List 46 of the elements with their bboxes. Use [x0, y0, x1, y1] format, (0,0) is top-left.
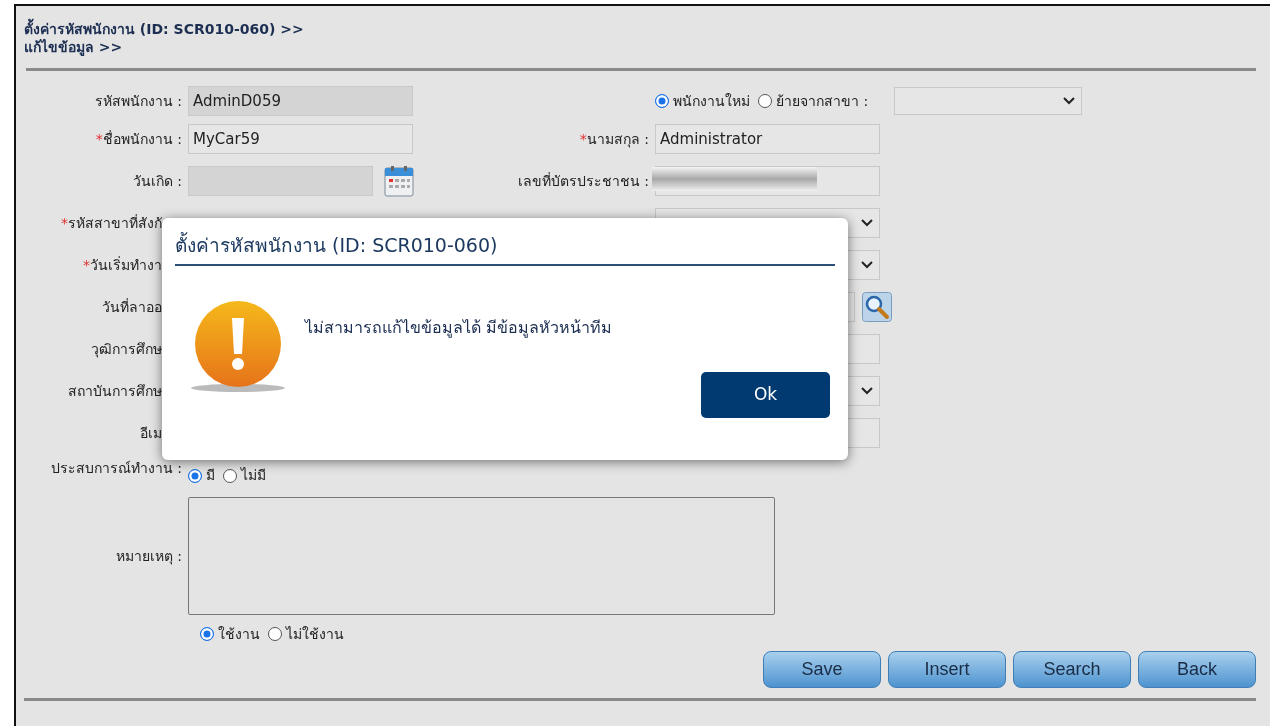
field-label: หมายเหตุ :	[115, 548, 182, 564]
breadcrumb: แก้ไขข้อมูล >>	[24, 38, 124, 56]
action-button[interactable]: Back	[1138, 651, 1256, 688]
radio-button[interactable]	[200, 627, 214, 641]
field-label: วันที่ลาออ	[102, 299, 162, 315]
id-card-field[interactable]	[655, 166, 880, 196]
calendar-icon[interactable]	[384, 165, 414, 197]
page-title: ตั้งค่ารหัสพนักงาน (ID: SCR010-060) >>	[24, 20, 1256, 38]
chevron-down-icon	[861, 219, 873, 227]
field-label: *วันเริ่มทำงา	[83, 257, 162, 273]
action-button[interactable]: Search	[1013, 651, 1131, 688]
field-label: วุฒิการศึกษ	[91, 341, 162, 357]
chevron-down-icon	[861, 261, 873, 269]
input-field[interactable]: MyCar59	[188, 124, 413, 154]
search-icon[interactable]	[862, 292, 892, 322]
field-label: อีเม	[140, 425, 162, 441]
input-field[interactable]: Administrator	[655, 124, 880, 154]
radio-label: มี	[206, 466, 215, 485]
radio-label: ย้ายจากสาขา :	[776, 91, 869, 111]
radio-label: ใช้งาน	[218, 624, 260, 644]
dialog-message: ไม่สามารถแก้ไขข้อมูลได้ มีข้อมูลหัวหน้าทีม	[305, 317, 613, 340]
radio-button[interactable]	[758, 94, 772, 108]
field-label: รหัสพนักงาน :	[94, 93, 182, 109]
action-button[interactable]: Save	[763, 651, 881, 688]
radio-button[interactable]	[655, 94, 669, 108]
radio-button[interactable]	[188, 468, 202, 483]
field-label: *รหัสสาขาที่สังกั	[61, 215, 162, 231]
remark-textarea[interactable]	[188, 497, 775, 615]
radio-button[interactable]	[268, 627, 282, 641]
radio-label: ไม่มี	[241, 466, 266, 485]
radio-label: ไม่ใช้งาน	[286, 624, 344, 644]
radio-button[interactable]	[223, 468, 237, 483]
field-label: เลขที่บัตรประชาชน :	[517, 173, 649, 189]
radio-label: พนักงานใหม่	[673, 91, 750, 111]
field-label: *นามสกุล :	[579, 131, 649, 147]
chevron-down-icon	[1063, 97, 1076, 105]
chevron-down-icon	[861, 387, 873, 395]
field-label: วันเกิด :	[132, 173, 182, 189]
field-label: ประสบการณ์ทำงาน :	[50, 460, 182, 476]
warning-icon	[189, 300, 287, 394]
ok-button[interactable]: Ok	[701, 372, 830, 418]
action-button[interactable]: Insert	[888, 651, 1006, 688]
field-label: *ชื่อพนักงาน :	[95, 131, 182, 147]
dialog-title: ตั้งค่ารหัสพนักงาน (ID: SCR010-060)	[175, 232, 499, 258]
field-label: สถาบันการศึกษ	[68, 383, 162, 399]
select-field[interactable]	[894, 87, 1083, 115]
